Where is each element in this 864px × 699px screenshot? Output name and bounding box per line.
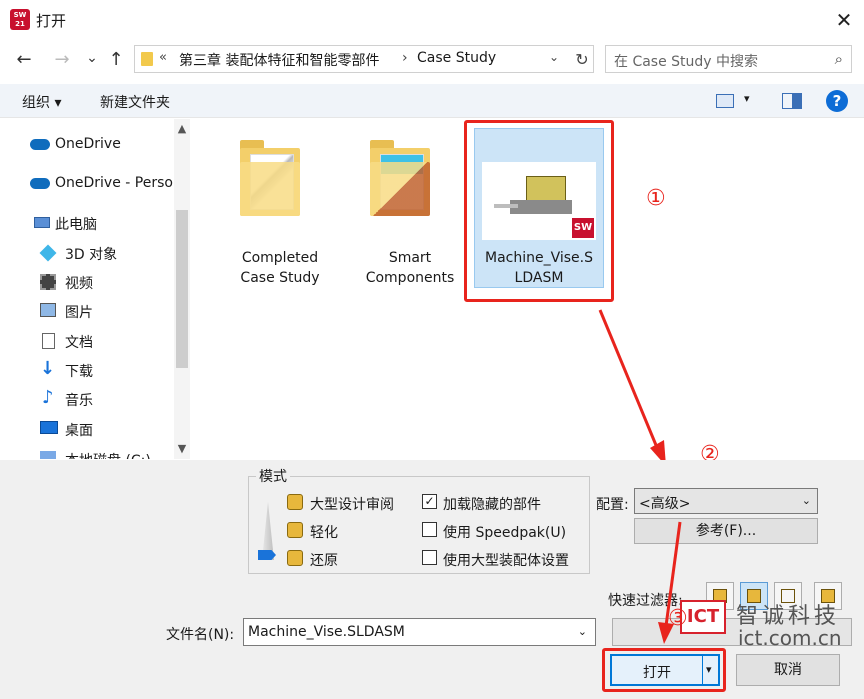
up-arrow-icon[interactable]: ↑ (104, 48, 128, 72)
file-label: Completed (241, 250, 319, 266)
sidebar-item-label: OneDrive (55, 136, 121, 152)
window-title: 打开 (36, 12, 67, 30)
image-icon (40, 303, 56, 317)
music-icon: ♪ (42, 387, 54, 408)
annotation-box-file (464, 120, 614, 302)
breadcrumb-case-study[interactable]: Case Study (417, 50, 496, 66)
file-label: Case Study (240, 270, 320, 286)
resolved-icon (287, 550, 303, 566)
config-label: 配置: (596, 497, 629, 513)
config-select[interactable]: <高级> ⌄ (634, 488, 818, 514)
file-label: Smart (388, 250, 432, 266)
speedpak-checkbox[interactable] (422, 522, 437, 537)
sidebar-item-pictures[interactable]: 图片 (0, 297, 174, 325)
watermark: ICT 智诚科技 ict.com.cn (680, 596, 864, 656)
sidebar-item-label: 下载 (65, 364, 93, 380)
back-arrow-icon[interactable]: ← (12, 48, 36, 72)
sidebar-item-label: 视频 (65, 276, 93, 292)
breadcrumb-separator-icon[interactable]: › (402, 50, 408, 66)
sidebar-item-downloads[interactable]: ↓ 下载 (0, 356, 174, 384)
breadcrumb-chapter[interactable]: 第三章 装配体特征和智能零部件 (179, 50, 379, 70)
sidebar-item-label: 文档 (65, 335, 93, 351)
preview-pane-icon[interactable] (782, 93, 802, 109)
sidebar-item-onedrive[interactable]: OneDrive (0, 131, 174, 159)
organize-button[interactable]: 组织 ▾ (22, 92, 61, 112)
desktop-icon (40, 421, 58, 434)
title-bar: SW 21 打开 ✕ (0, 0, 864, 40)
load-hidden-checkbox[interactable]: ✓ (422, 494, 437, 509)
search-icon[interactable]: ⌕ (835, 50, 843, 68)
file-item-completed-case-study[interactable]: Completed Case Study (228, 140, 332, 290)
change-view-icon[interactable] (716, 94, 734, 108)
large-assembly-settings-checkbox[interactable] (422, 550, 437, 565)
recent-locations-icon[interactable]: ⌄ (80, 46, 104, 70)
computer-icon (34, 217, 50, 228)
filename-value: Machine_Vise.SLDASM (248, 624, 405, 640)
close-icon[interactable]: ✕ (830, 6, 858, 34)
annotation-marker-3: ③ (668, 606, 688, 631)
cloud-icon (30, 139, 50, 150)
filename-label: 文件名(N): (166, 627, 235, 643)
mode-option-lightweight[interactable]: 轻化 (310, 522, 338, 542)
breadcrumb-overflow[interactable]: « (159, 50, 167, 65)
chevron-down-icon[interactable]: ⌄ (802, 494, 811, 507)
folder-icon (370, 140, 430, 216)
sidebar-item-label: 音乐 (65, 393, 93, 409)
drive-icon (40, 451, 56, 459)
sidebar-item-label: 3D 对象 (65, 247, 118, 263)
view-options-dropdown[interactable]: ▾ (744, 92, 750, 105)
sidebar-item-label: 本地磁盘 (C:) (65, 450, 151, 459)
cloud-icon (30, 178, 50, 189)
mode-option-large-design-review[interactable]: 大型设计审阅 (310, 494, 394, 514)
address-bar[interactable]: « 第三章 装配体特征和智能零部件 › Case Study ⌄ (134, 45, 594, 73)
sidebar-item-local-disk[interactable]: 本地磁盘 (C:) (0, 445, 174, 459)
file-item-smart-components[interactable]: Smart Components (356, 140, 464, 290)
folder-icon (141, 52, 153, 66)
chevron-down-icon[interactable]: ⌄ (549, 50, 559, 64)
sidebar-item-videos[interactable]: 视频 (0, 268, 174, 296)
download-icon: ↓ (40, 358, 56, 379)
command-bar: 组织 ▾ 新建文件夹 ▾ ? (0, 84, 864, 118)
forward-arrow-icon[interactable]: → (50, 48, 74, 72)
mode-option-resolved[interactable]: 还原 (310, 550, 338, 570)
sidebar-item-onedrive-personal[interactable]: OneDrive - Perso (0, 170, 174, 198)
video-icon (40, 274, 56, 290)
new-folder-button[interactable]: 新建文件夹 (100, 92, 170, 112)
lightweight-icon (287, 522, 303, 538)
solidworks-logo-icon: SW 21 (10, 9, 30, 30)
sidebar-item-3d-objects[interactable]: 3D 对象 (0, 239, 174, 267)
large-design-review-icon (287, 494, 303, 510)
large-assembly-settings-label: 使用大型装配体设置 (443, 553, 569, 569)
help-icon[interactable]: ? (826, 90, 848, 112)
cube-icon (39, 244, 57, 262)
folder-icon (240, 140, 300, 216)
search-input[interactable]: 在 Case Study 中搜索 ⌕ (605, 45, 852, 73)
mode-title: 模式 (256, 466, 290, 486)
sidebar-item-label: 桌面 (65, 423, 93, 439)
cancel-button[interactable]: 取消 (736, 654, 840, 686)
filename-input[interactable]: Machine_Vise.SLDASM ⌄ (243, 618, 596, 646)
scroll-down-icon[interactable]: ▼ (174, 442, 190, 455)
refresh-icon[interactable]: ↻ (570, 48, 594, 72)
sidebar-item-desktop[interactable]: 桌面 (0, 415, 174, 443)
load-hidden-label: 加载隐藏的部件 (443, 497, 541, 513)
sidebar-item-documents[interactable]: 文档 (0, 327, 174, 355)
sidebar-item-music[interactable]: ♪ 音乐 (0, 385, 174, 413)
annotation-marker-1: ① (646, 186, 666, 211)
config-value: <高级> (639, 496, 691, 512)
search-placeholder: 在 Case Study 中搜索 (614, 54, 759, 70)
file-label: Components (365, 270, 455, 286)
scroll-up-icon[interactable]: ▲ (174, 122, 190, 135)
sidebar-item-label: OneDrive - Perso (55, 175, 173, 191)
navigation-pane: OneDrive OneDrive - Perso 此电脑 3D 对象 视频 图… (0, 119, 190, 459)
document-icon (42, 333, 55, 349)
sidebar-item-label: 图片 (65, 305, 93, 321)
watermark-url: ict.com.cn (738, 626, 842, 650)
sidebar-item-this-pc[interactable]: 此电脑 (0, 209, 174, 237)
speedpak-label: 使用 Speedpak(U) (443, 525, 567, 541)
chevron-down-icon[interactable]: ⌄ (578, 625, 587, 638)
sidebar-scroll-thumb[interactable] (176, 210, 188, 368)
sidebar-item-label: 此电脑 (55, 217, 97, 233)
annotation-arrow-1 (598, 309, 666, 466)
